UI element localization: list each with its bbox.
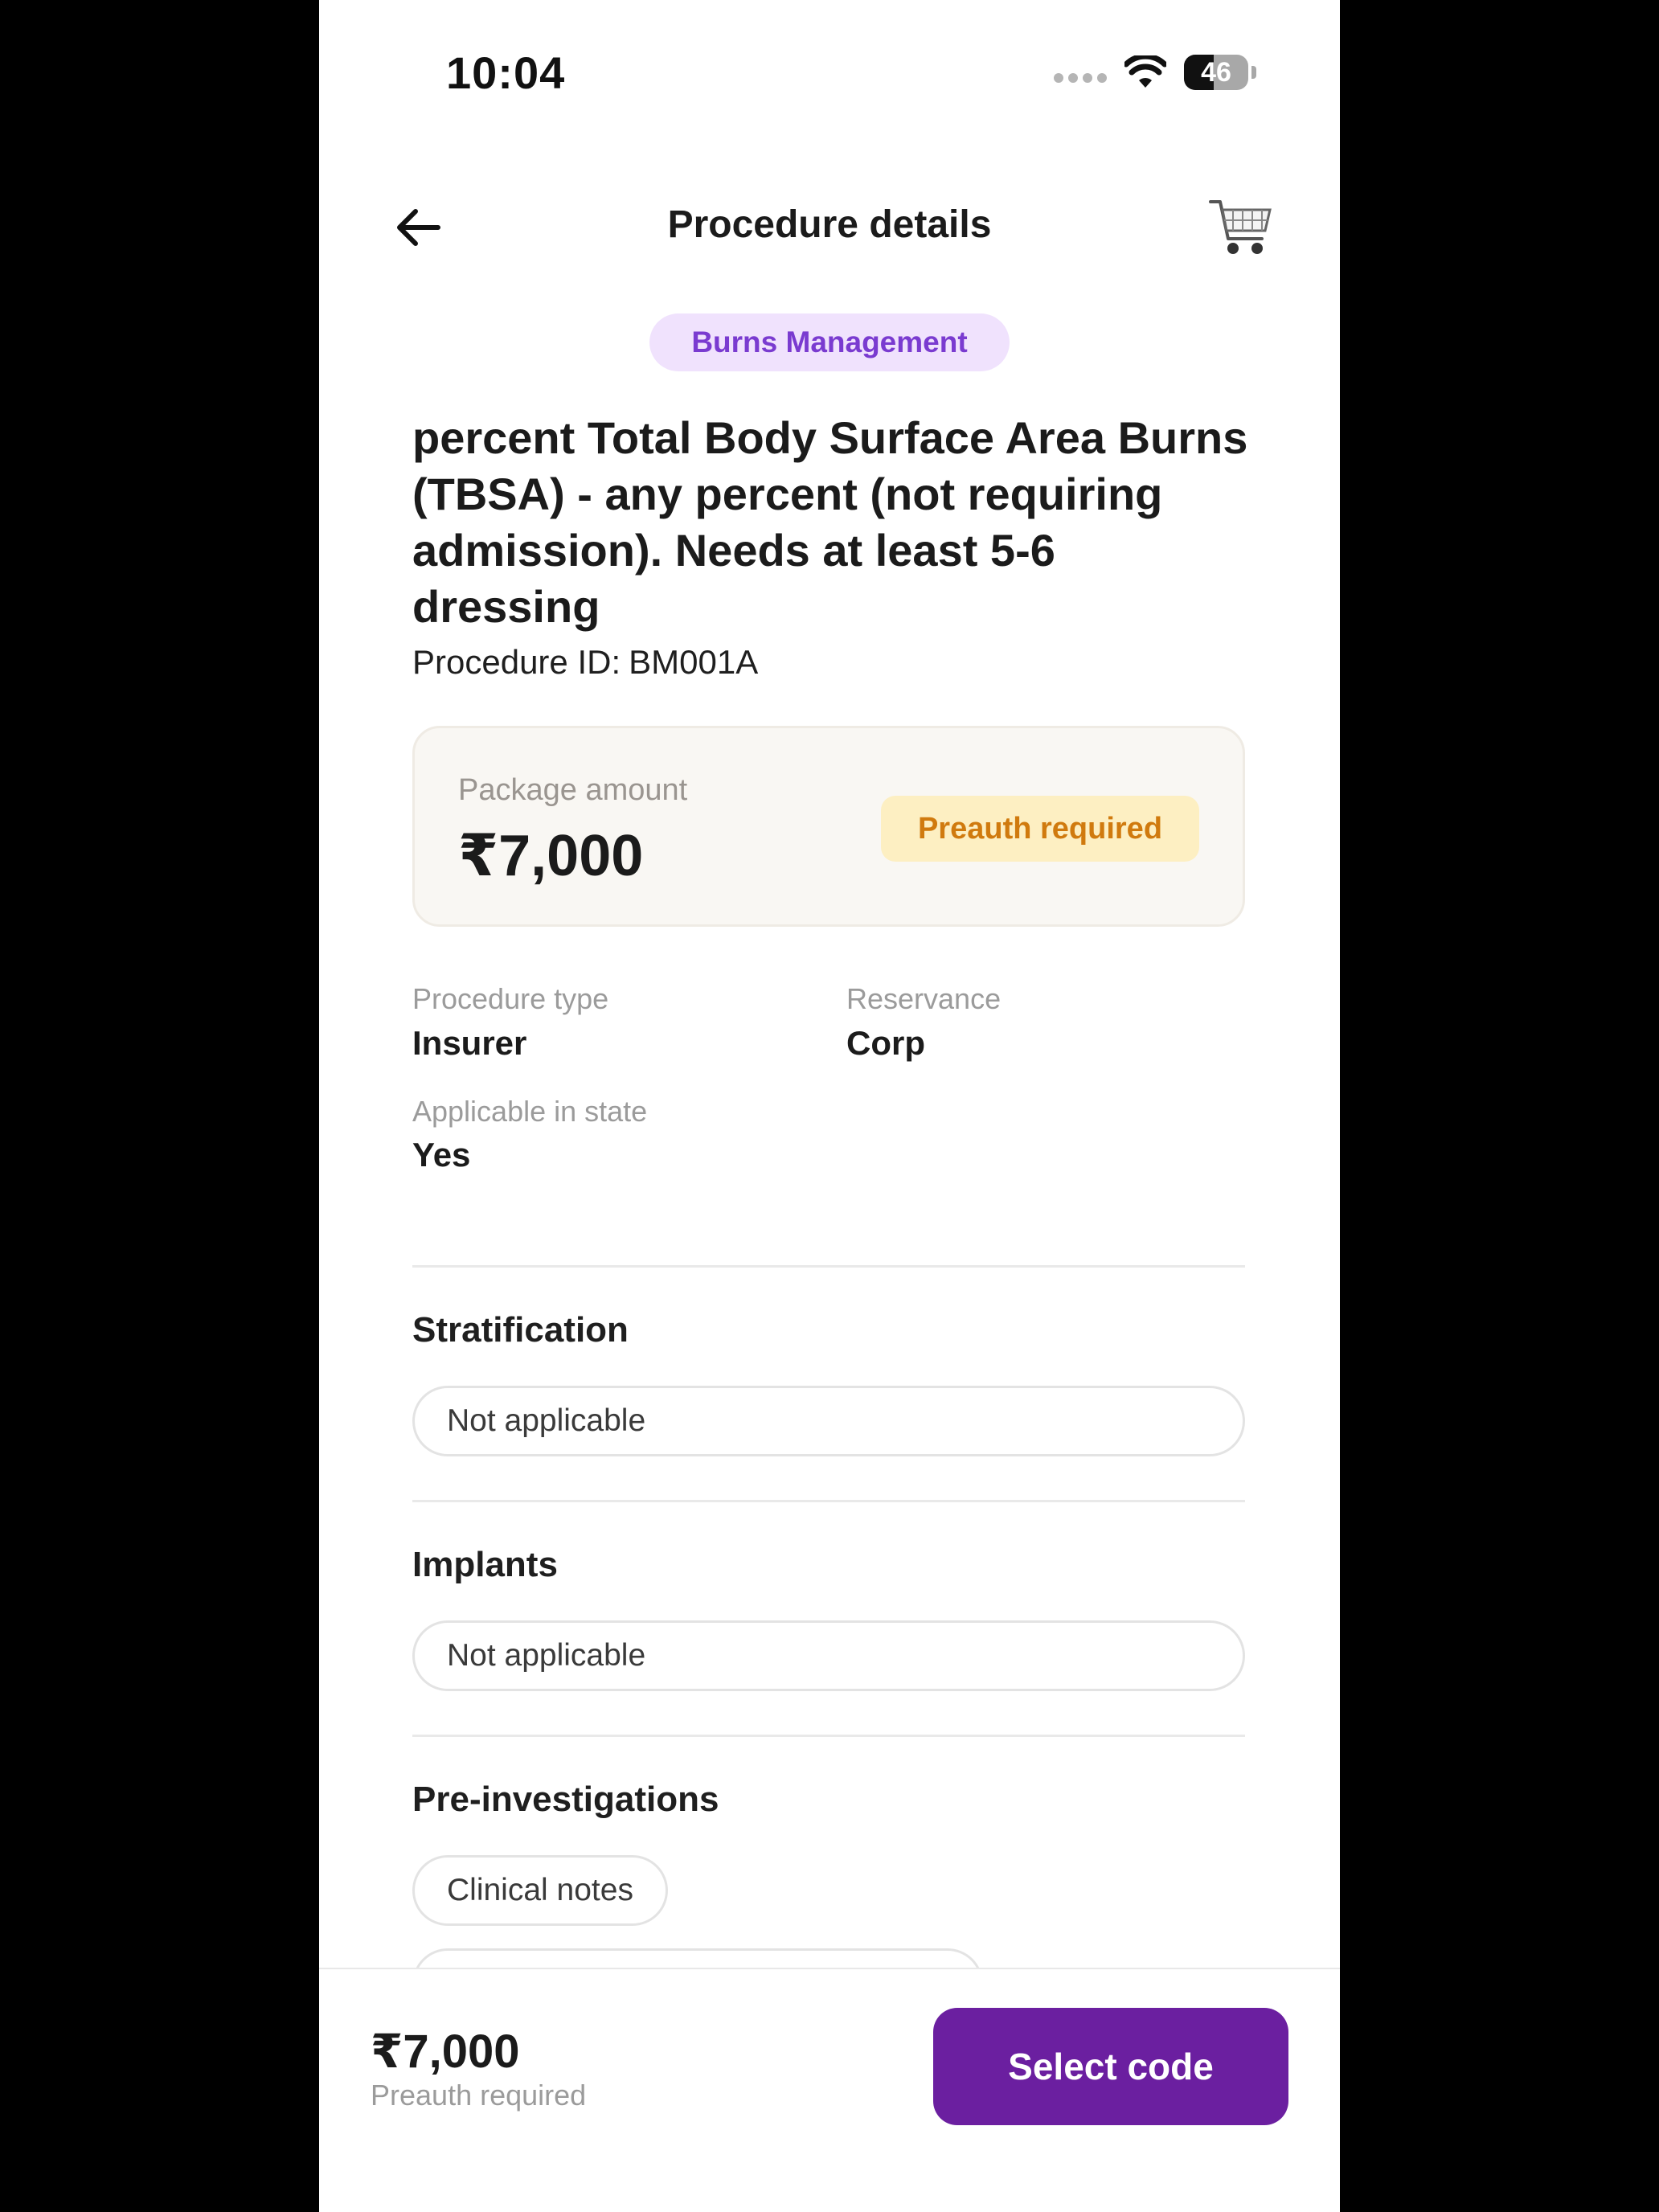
footer-bar: ₹7,000 Preauth required Select code [319,1968,1340,2212]
status-time: 10:04 [446,47,566,98]
category-chip: Burns Management [649,313,1010,371]
divider [412,1500,1245,1502]
applicable-in-state-value: Yes [412,1136,471,1174]
battery-level: 46 [1201,56,1231,88]
reservance-value: Corp [846,1024,925,1062]
stratification-title: Stratification [412,1310,629,1350]
pre-investigation-item: Clinical notes [412,1855,668,1926]
procedure-type-value: Insurer [412,1024,527,1062]
shopping-cart-icon [1209,200,1272,254]
package-amount-label: Package amount [458,773,688,807]
battery-cap [1251,66,1256,79]
status-icons: 46 [1054,55,1256,90]
page-title: Procedure details [667,203,992,246]
package-amount: ₹7,000 [458,824,644,888]
cart-button[interactable] [1206,193,1276,262]
applicable-in-state-label: Applicable in state [412,1095,648,1128]
implants-title: Implants [412,1545,558,1584]
footer-subtitle: Preauth required [371,2079,587,2112]
battery-icon: 46 [1184,55,1248,90]
footer-amount: ₹7,000 [371,2026,520,2078]
cellular-signal-icon [1054,73,1107,83]
package-card: Package amount ₹7,000 Preauth required [412,726,1245,927]
procedure-id-value: BM001A [629,643,759,681]
reservance-label: Reservance [846,982,1002,1015]
phone-screen: 10:04 46 Procedure details Burns Managem… [319,0,1340,2212]
procedure-id: Procedure ID: BM001A [412,643,758,682]
divider [412,1735,1245,1737]
implants-value: Not applicable [412,1620,1245,1691]
preauth-badge: Preauth required [881,796,1199,862]
procedure-title: percent Total Body Surface Area Burns (T… [412,412,1248,632]
procedure-id-label: Procedure ID: [412,643,621,681]
select-code-button[interactable]: Select code [933,2008,1288,2125]
wifi-icon [1124,55,1166,88]
divider [412,1265,1245,1268]
pre-investigations-title: Pre-investigations [412,1780,719,1819]
stratification-value: Not applicable [412,1386,1245,1456]
procedure-type-label: Procedure type [412,982,609,1015]
